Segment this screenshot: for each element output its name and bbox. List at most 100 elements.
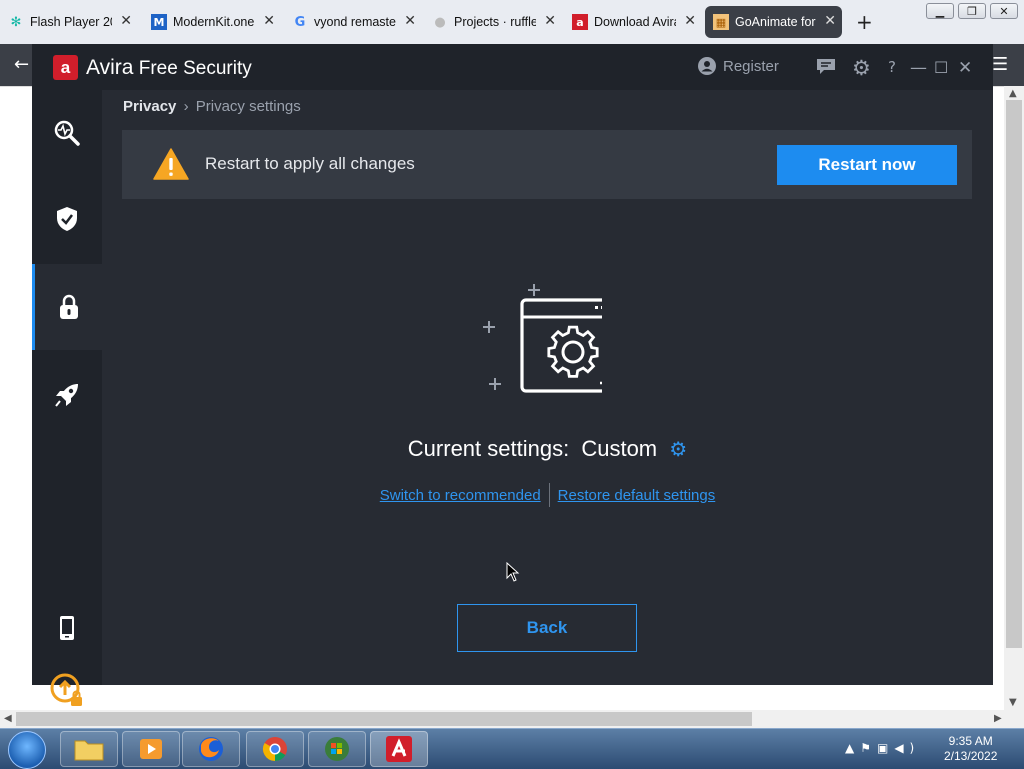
- scroll-left-arrow[interactable]: ◀: [4, 713, 12, 724]
- tab-modernkit[interactable]: M ModernKit.one ✕: [143, 6, 281, 38]
- taskbar-chrome[interactable]: [246, 731, 304, 767]
- close-icon[interactable]: ✕: [684, 13, 696, 29]
- avira-window: a Avira Free Security Register ⚙ ? — ☐ ✕: [32, 44, 993, 706]
- close-icon[interactable]: ✕: [544, 13, 556, 29]
- windows-logo-icon: [325, 737, 349, 761]
- media-player-icon: [140, 739, 162, 759]
- lock-icon: [59, 294, 78, 319]
- privacy-settings-panel: Privacy › Privacy settings Restart to ap…: [102, 90, 993, 685]
- start-button[interactable]: [8, 731, 46, 769]
- avira-icon: [386, 736, 412, 762]
- horizontal-scroll-thumb[interactable]: [16, 712, 752, 726]
- taskbar-windows-update[interactable]: [308, 731, 366, 767]
- browser-tab-strip: ✻ Flash Player 202 ✕ M ModernKit.one ✕ G…: [0, 0, 1024, 44]
- settings-window-illustration: [483, 284, 602, 393]
- settings-gear-icon[interactable]: ⚙: [852, 56, 871, 80]
- tab-label: Download Avira: [594, 15, 676, 29]
- help-icon[interactable]: ?: [888, 58, 896, 76]
- vertical-scroll-thumb[interactable]: [1006, 100, 1022, 648]
- tab-label: vyond remaster: [314, 15, 396, 29]
- app-sidebar: [32, 90, 102, 706]
- phone-icon: [60, 616, 74, 640]
- taskbar-avira[interactable]: [370, 731, 428, 767]
- restore-default-settings-link[interactable]: Restore default settings: [558, 487, 716, 504]
- user-icon: [698, 57, 716, 75]
- sidebar-item-scan[interactable]: [32, 90, 102, 176]
- taskbar-clock[interactable]: 9:35 AM 2/13/2022: [944, 734, 997, 764]
- close-icon[interactable]: ✕: [263, 13, 275, 29]
- mouse-cursor-icon: [506, 562, 520, 582]
- windows-taskbar: ▲⚑▣◀) 9:35 AM 2/13/2022: [0, 728, 1024, 769]
- avira-logo-icon: a: [53, 55, 78, 80]
- clock-date: 2/13/2022: [944, 749, 998, 763]
- scroll-down-arrow[interactable]: ▼: [1009, 697, 1017, 708]
- tab-flash-player[interactable]: ✻ Flash Player 202 ✕: [0, 6, 138, 38]
- taskbar-media-player[interactable]: [122, 731, 180, 767]
- firefox-icon: [199, 737, 223, 761]
- new-tab-button[interactable]: +: [856, 10, 873, 34]
- app-product: Free Security: [138, 58, 252, 79]
- scroll-right-arrow[interactable]: ▶: [994, 713, 1002, 724]
- current-settings: Current settings: Custom ⚙: [102, 436, 993, 462]
- restart-message: Restart to apply all changes: [205, 154, 415, 173]
- feedback-icon[interactable]: [816, 58, 836, 81]
- sidebar-item-privacy[interactable]: [32, 264, 102, 350]
- tab-label: GoAnimate for: [735, 15, 816, 29]
- browser-menu-icon[interactable]: ☰: [992, 54, 1008, 75]
- restart-banner: Restart to apply all changes Restart now: [122, 130, 972, 199]
- current-settings-value: Custom: [581, 436, 658, 461]
- close-icon[interactable]: ✕: [120, 13, 132, 29]
- browser-back-button[interactable]: ←: [14, 54, 29, 75]
- settings-cog-icon[interactable]: ⚙: [669, 439, 687, 461]
- taskbar-explorer[interactable]: [60, 731, 118, 767]
- scroll-up-arrow[interactable]: ▲: [1009, 88, 1017, 99]
- taskbar-firefox[interactable]: [182, 731, 240, 767]
- back-button[interactable]: Back: [457, 604, 637, 652]
- upgrade-icon: [50, 673, 82, 706]
- register-button[interactable]: Register: [698, 57, 779, 75]
- chrome-icon: [262, 737, 287, 762]
- switch-to-recommended-link[interactable]: Switch to recommended: [380, 487, 541, 504]
- breadcrumb-current: Privacy settings: [195, 98, 301, 115]
- app-title: Avira Free Security: [86, 56, 252, 80]
- tab-vyond[interactable]: G vyond remaster ✕: [284, 6, 422, 38]
- flash-icon: ✻: [10, 14, 22, 30]
- link-divider: [548, 483, 550, 507]
- goanimate-icon: ▦: [713, 14, 729, 30]
- app-brand: Avira: [86, 56, 134, 79]
- github-icon: ●: [434, 14, 446, 30]
- sidebar-item-security[interactable]: [32, 176, 102, 262]
- register-label: Register: [723, 57, 779, 75]
- tab-label: Flash Player 202: [30, 15, 112, 29]
- breadcrumb-separator: ›: [183, 98, 189, 115]
- maximize-icon[interactable]: ☐: [934, 58, 948, 77]
- restore-button[interactable]: ❐: [958, 3, 986, 19]
- tab-ruffle[interactable]: ● Projects · ruffle ✕: [424, 6, 562, 38]
- restart-now-button[interactable]: Restart now: [777, 145, 957, 185]
- avira-icon: a: [572, 14, 588, 30]
- scan-icon: [54, 120, 80, 146]
- settings-links: Switch to recommended Restore default se…: [102, 483, 993, 507]
- tab-label: ModernKit.one: [173, 15, 255, 29]
- tab-download-avira[interactable]: a Download Avira ✕: [564, 6, 702, 38]
- breadcrumb-root[interactable]: Privacy: [123, 98, 176, 115]
- close-icon[interactable]: ✕: [824, 13, 836, 29]
- clock-time: 9:35 AM: [948, 734, 993, 748]
- shield-icon: [57, 207, 77, 231]
- current-settings-label: Current settings:: [407, 436, 570, 461]
- warning-icon: [153, 148, 189, 180]
- rocket-icon: [55, 384, 78, 407]
- tab-goanimate[interactable]: ▦ GoAnimate for ✕: [705, 6, 842, 38]
- sidebar-item-performance[interactable]: [32, 352, 102, 438]
- sidebar-item-upgrade[interactable]: [32, 650, 102, 730]
- minimize-icon[interactable]: —: [910, 58, 927, 78]
- system-tray[interactable]: ▲⚑▣◀): [845, 741, 920, 755]
- app-title-bar: a Avira Free Security Register ⚙ ? — ☐ ✕: [32, 44, 993, 90]
- tab-label: Projects · ruffle: [454, 15, 536, 29]
- close-icon[interactable]: ✕: [404, 13, 416, 29]
- modernkit-icon: M: [151, 14, 167, 30]
- close-window-button[interactable]: ✕: [990, 3, 1018, 19]
- breadcrumb: Privacy › Privacy settings: [123, 98, 301, 115]
- minimize-button[interactable]: ▁: [926, 3, 954, 19]
- close-icon[interactable]: ✕: [958, 58, 972, 78]
